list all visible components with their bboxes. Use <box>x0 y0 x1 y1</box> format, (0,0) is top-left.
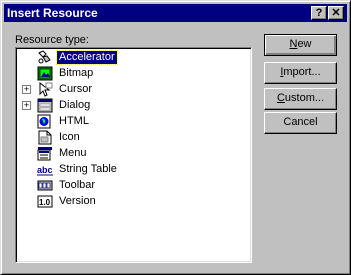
import-button-label: Import... <box>280 66 321 78</box>
tree-item-label: HTML <box>59 115 89 127</box>
tree-item-label: Cursor <box>59 83 93 95</box>
insert-resource-dialog: Insert Resource ? ✕ Resource type: Accel… <box>0 0 351 275</box>
tree-item-label: Accelerator <box>56 50 118 65</box>
import-button[interactable]: Import... <box>264 62 337 84</box>
close-button[interactable]: ✕ <box>328 6 344 20</box>
html-icon <box>37 114 51 129</box>
tree-item-label: Icon <box>59 131 80 143</box>
icon-resource-icon <box>38 130 52 145</box>
menu-icon <box>37 147 52 161</box>
bitmap-icon <box>37 66 53 81</box>
tree-item-label: Dialog <box>59 99 91 111</box>
tree-item-label: String Table <box>59 163 117 175</box>
tree-item-bitmap[interactable]: Bitmap <box>16 66 246 82</box>
cursor-icon <box>39 82 53 97</box>
resource-type-label: Resource type: <box>15 34 89 46</box>
resource-type-tree[interactable]: Accelerator Bitmap + Cursor + Dialog HTM… <box>15 47 252 263</box>
tree-item-label: Menu <box>59 147 87 159</box>
expand-icon[interactable]: + <box>22 85 31 94</box>
title-bar[interactable]: Insert Resource ? ✕ <box>4 4 347 22</box>
tree-item-dialog[interactable]: + Dialog <box>16 98 246 114</box>
tree-item-icon[interactable]: Icon <box>16 130 246 146</box>
tree-item-string-table[interactable]: abc String Table <box>16 162 246 178</box>
tree-item-accelerator[interactable]: Accelerator <box>16 50 246 66</box>
tree-item-cursor[interactable]: + Cursor <box>16 82 246 98</box>
expand-icon[interactable]: + <box>22 101 31 110</box>
custom-button-label: Custom... <box>276 92 325 104</box>
tree-item-label: Bitmap <box>59 67 94 79</box>
tree-item-label: Version <box>59 195 96 207</box>
toolbar-icon <box>37 180 53 191</box>
window-title: Insert Resource <box>7 6 98 20</box>
tree-item-html[interactable]: HTML <box>16 114 246 130</box>
cancel-button-label: Cancel <box>283 116 318 128</box>
new-button-label: New <box>289 38 312 50</box>
tree-item-toolbar[interactable]: Toolbar <box>16 178 246 194</box>
tree-item-menu[interactable]: Menu <box>16 146 246 162</box>
new-button[interactable]: New <box>264 34 337 56</box>
help-button[interactable]: ? <box>311 6 327 20</box>
custom-button[interactable]: Custom... <box>264 88 337 110</box>
string-table-icon: abc <box>37 165 53 176</box>
tree-item-version[interactable]: 1.0 Version <box>16 194 246 210</box>
tree-item-label: Toolbar <box>59 179 96 191</box>
accelerator-icon <box>38 50 51 64</box>
version-icon-text: 1.0 <box>39 198 51 207</box>
dialog-icon <box>37 98 53 113</box>
cancel-button[interactable]: Cancel <box>264 112 337 134</box>
version-icon: 1.0 <box>37 195 53 208</box>
string-table-icon-text: abc <box>37 165 53 175</box>
